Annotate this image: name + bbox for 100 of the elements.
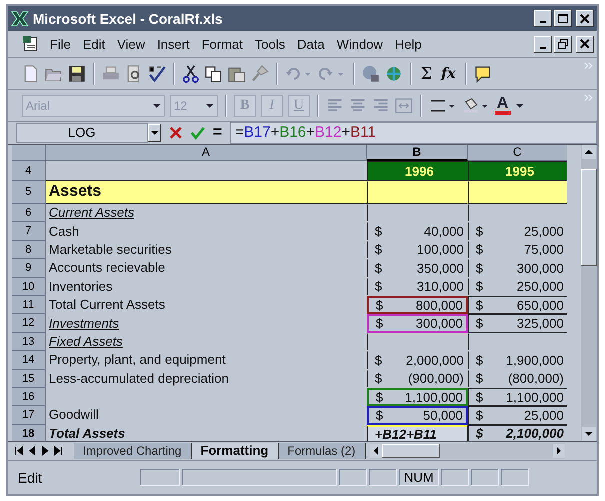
status-pane: [441, 469, 469, 486]
menu-item[interactable]: Window: [330, 36, 390, 52]
table-cell: $ 310,000: [367, 278, 468, 296]
formula-field[interactable]: =B17+B16+B12+B11: [230, 122, 597, 144]
row-header[interactable]: 13: [12, 332, 46, 352]
table-cell-text: Property, plant, and equipment: [48, 351, 227, 370]
table-cell: $ 50,000: [367, 406, 468, 425]
scroll-thumb[interactable]: [382, 444, 440, 458]
table-cell: $ 1,100,000: [367, 388, 468, 406]
autosum-button[interactable]: Σ: [419, 64, 434, 83]
status-pane: [501, 469, 529, 486]
new-document-icon[interactable]: [22, 64, 40, 82]
status-text: Edit: [18, 470, 44, 486]
column-header[interactable]: C: [468, 145, 567, 161]
excel-icon: [11, 10, 29, 26]
row-header[interactable]: 9: [12, 259, 46, 278]
row-header[interactable]: 6: [12, 204, 46, 222]
menu-item[interactable]: View: [111, 36, 152, 52]
maximize-icon: [557, 14, 569, 24]
help-assistant-icon[interactable]: [474, 64, 492, 82]
minimize-button[interactable]: [534, 36, 552, 52]
copy-icon[interactable]: [205, 64, 223, 82]
save-icon[interactable]: [68, 64, 86, 82]
scroll-up-icon[interactable]: [581, 145, 597, 159]
dropdown-arrow-icon: [516, 104, 524, 108]
row-header[interactable]: 16: [12, 388, 46, 406]
workbook-icon[interactable]: [22, 35, 40, 53]
minimize-icon: [540, 46, 546, 48]
row-header[interactable]: 18: [12, 424, 46, 441]
close-icon: [579, 14, 591, 24]
sheet-tab[interactable]: Formulas (2): [278, 443, 366, 459]
row-header[interactable]: 4: [12, 161, 46, 181]
close-button[interactable]: [576, 36, 594, 52]
horizontal-scrollbar[interactable]: [370, 443, 565, 459]
vertical-scrollbar[interactable]: [581, 145, 597, 441]
num-lock-indicator: NUM: [399, 469, 439, 486]
row-header[interactable]: 5: [12, 181, 46, 204]
cell-editor[interactable]: +B12+B11: [367, 424, 468, 441]
column-header[interactable]: A: [46, 145, 367, 161]
table-cell: $ 25,000: [468, 406, 567, 425]
table-cell: $ 300,000: [367, 314, 468, 333]
menu-item[interactable]: File: [44, 36, 77, 52]
table-cell-text: Fixed Assets: [48, 332, 124, 351]
table-cell-text: Total Current Assets: [48, 296, 166, 314]
globe-icon[interactable]: [362, 64, 380, 82]
row-header[interactable]: 17: [12, 406, 46, 425]
table-cell-text: Total Assets: [48, 424, 126, 441]
function-button[interactable]: fx: [439, 66, 458, 82]
close-icon: [579, 39, 591, 49]
menu-item[interactable]: Insert: [151, 36, 196, 52]
row-header[interactable]: 14: [12, 351, 46, 370]
cut-icon[interactable]: [182, 64, 200, 82]
table-cell: $ 2,000,000: [367, 351, 468, 370]
table-cell: $ (800,000): [468, 370, 567, 388]
table-cell-text: Current Assets: [48, 204, 136, 222]
edit-formula-button[interactable]: =: [213, 124, 222, 142]
scroll-right-icon[interactable]: [553, 444, 565, 458]
menu-item[interactable]: Data: [291, 36, 331, 52]
table-cell: $ 300,000: [468, 259, 567, 278]
restore-button[interactable]: [554, 36, 572, 52]
menu-item[interactable]: Tools: [249, 36, 292, 52]
row-header[interactable]: 11: [12, 296, 46, 314]
table-cell: $ 75,000: [468, 240, 567, 260]
minimize-button[interactable]: [534, 10, 552, 27]
row-header[interactable]: 7: [12, 222, 46, 241]
menu-item[interactable]: Format: [196, 36, 249, 52]
table-cell: 1996: [367, 161, 468, 181]
dropdown-arrow-icon: [153, 104, 161, 108]
scroll-left-icon[interactable]: [370, 444, 382, 458]
maximize-button[interactable]: [554, 10, 572, 27]
table-cell-text: Investments: [48, 314, 120, 333]
table-cell-text: Cash: [48, 222, 80, 241]
status-pane: [369, 469, 397, 486]
name-box-dropdown-button[interactable]: [148, 124, 161, 142]
row-header[interactable]: 8: [12, 240, 46, 260]
table-cell: $ 1,900,000: [468, 351, 567, 370]
row-header[interactable]: 15: [12, 370, 46, 388]
row-header[interactable]: 10: [12, 278, 46, 296]
sheet-tab[interactable]: Formatting: [192, 443, 279, 459]
sheet-tab[interactable]: Improved Charting: [74, 443, 192, 459]
table-cell-text: Less-accumulated depreciation: [48, 370, 230, 388]
scroll-thumb[interactable]: [581, 169, 597, 266]
close-button[interactable]: [576, 10, 594, 27]
column-header[interactable]: B: [367, 145, 468, 161]
table-cell: $ 350,000: [367, 259, 468, 278]
spelling-check-icon[interactable]: [148, 64, 166, 82]
name-box[interactable]: LOG: [16, 123, 148, 143]
status-pane: [140, 469, 180, 486]
table-cell: $ 800,000: [367, 296, 468, 314]
table-cell-text: Goodwill: [48, 406, 100, 424]
menu-item[interactable]: Edit: [76, 36, 112, 52]
restore-icon: [557, 39, 569, 49]
row-header[interactable]: 12: [12, 314, 46, 333]
menu-item[interactable]: Help: [389, 36, 428, 52]
table-cell-text: Accounts recievable: [48, 259, 166, 278]
scroll-down-icon[interactable]: [581, 427, 597, 441]
table-cell: $ 250,000: [468, 278, 567, 296]
web-toolbar-icon[interactable]: [385, 64, 403, 82]
cancel-icon[interactable]: [169, 126, 183, 140]
table-cell: Assets: [46, 181, 367, 204]
